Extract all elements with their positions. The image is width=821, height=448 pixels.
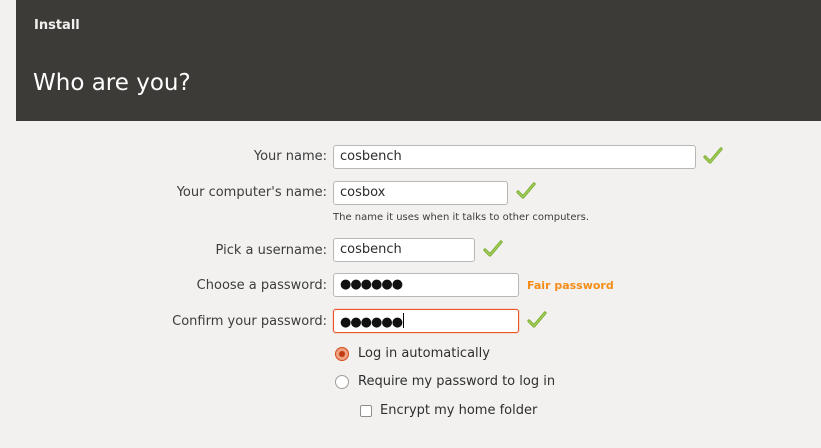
username-value: cosbench [340,242,402,257]
page-title: Who are you? [33,70,191,96]
confirm-password-masked-value: ●●●●●● [340,315,403,330]
header-bar: Install Who are you? [16,0,821,121]
password-strength-label: Fair password [527,279,614,292]
username-field[interactable]: cosbench [333,238,475,262]
installer-window: Install Who are you? Your name: cosbench… [0,0,821,448]
your-name-label: Your name: [253,149,327,164]
window-title: Install [34,18,80,33]
password-label: Choose a password: [196,278,327,293]
password-field[interactable]: ●●●●●● [333,273,519,297]
computer-name-value: cosbox [340,185,386,200]
require-password-radio[interactable] [335,375,349,389]
text-caret [403,313,405,328]
your-name-field[interactable]: cosbench [333,145,696,169]
encrypt-home-label[interactable]: Encrypt my home folder [380,403,537,418]
green-check-icon [527,311,547,328]
green-check-icon [516,182,536,199]
confirm-password-field[interactable]: ●●●●●● [333,309,519,333]
require-password-label[interactable]: Require my password to log in [358,374,555,389]
username-label: Pick a username: [215,243,327,258]
computer-name-field[interactable]: cosbox [333,181,508,205]
confirm-password-label: Confirm your password: [172,314,327,329]
computer-name-label: Your computer's name: [176,185,327,200]
auto-login-radio[interactable] [335,347,349,361]
green-check-icon [703,147,723,164]
computer-name-hint: The name it uses when it talks to other … [333,212,590,223]
user-form: Your name: cosbench Your computer's name… [0,121,821,448]
your-name-value: cosbench [340,149,402,164]
encrypt-home-checkbox[interactable] [360,405,372,417]
green-check-icon [483,240,503,257]
auto-login-label[interactable]: Log in automatically [358,346,490,361]
password-masked-value: ●●●●●● [340,277,403,292]
